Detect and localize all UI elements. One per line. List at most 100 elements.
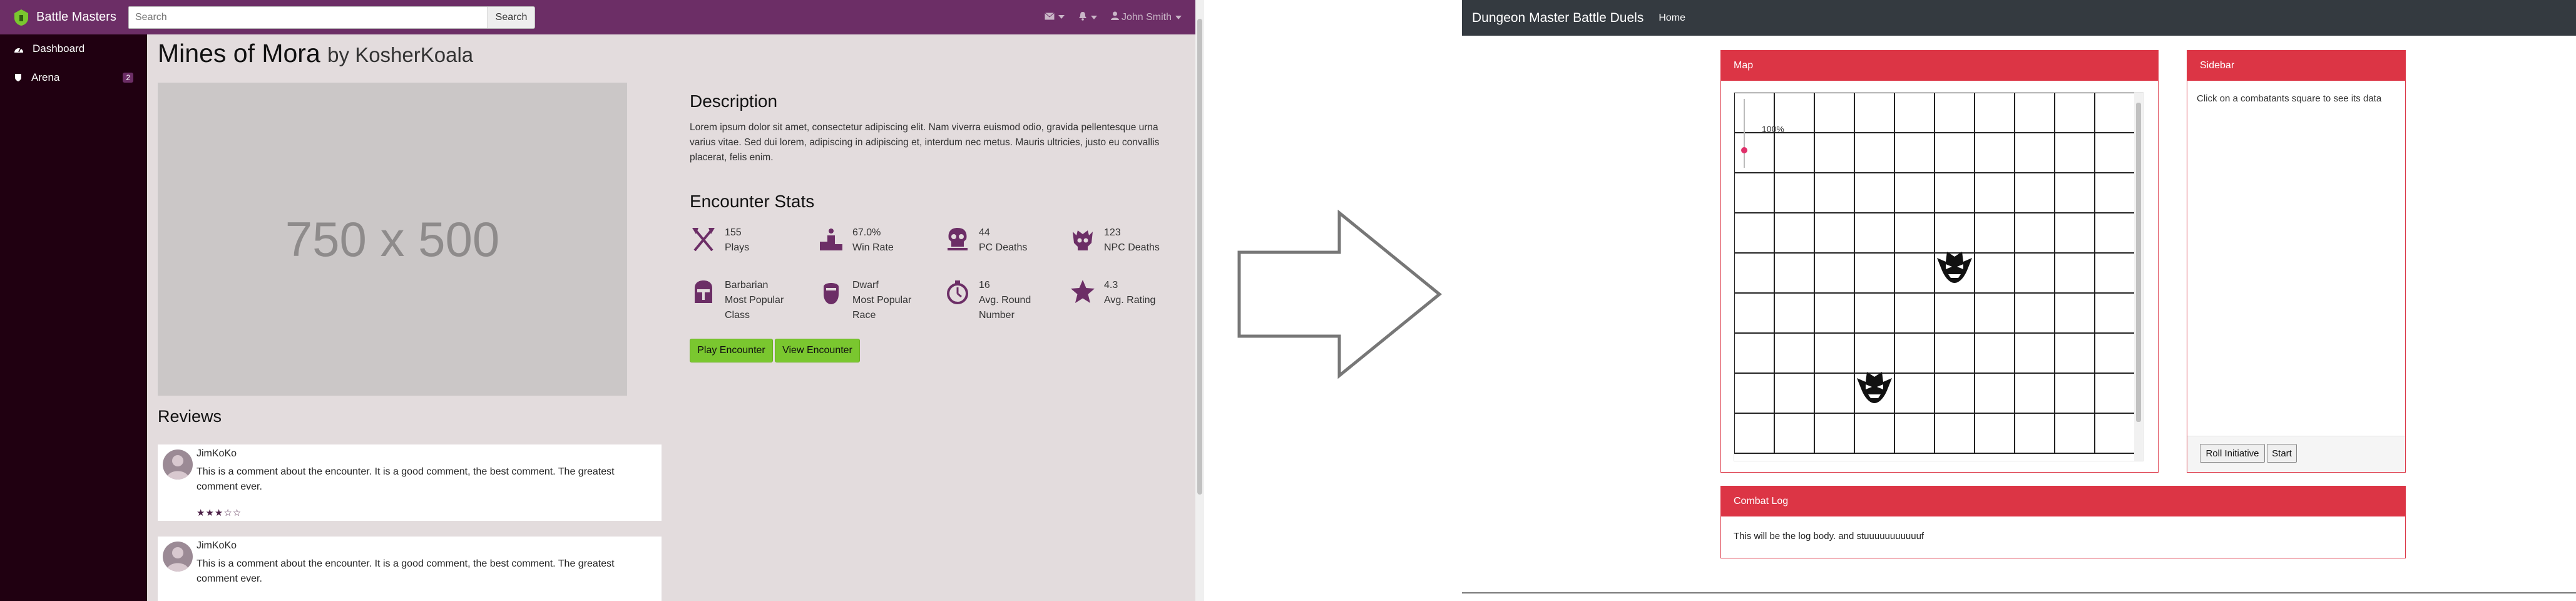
sidebar-item-arena[interactable]: Arena 2 xyxy=(0,63,147,92)
user-icon xyxy=(1110,11,1119,20)
roll-initiative-button[interactable]: Roll Initiative xyxy=(2200,444,2265,463)
crossed-axes-icon xyxy=(692,228,715,252)
stat-value: 44 xyxy=(979,227,990,238)
zoom-slider[interactable] xyxy=(1740,99,1748,168)
stat-value: 4.3 xyxy=(1104,280,1118,290)
stat-npc-deaths: 123 NPC Deaths xyxy=(1069,225,1188,255)
stat-value: Barbarian xyxy=(725,280,769,290)
stat-plays: 155 Plays xyxy=(690,225,809,255)
stat-label: Avg. Rating xyxy=(1104,295,1156,306)
stat-value: 67.0% xyxy=(852,227,881,238)
search-input[interactable] xyxy=(128,6,488,29)
review-card: JimKoKo This is a comment about the enco… xyxy=(158,537,662,601)
goblin-token-icon[interactable] xyxy=(1857,372,1892,403)
avatar xyxy=(163,542,193,572)
stat-label: Most Popular Class xyxy=(725,295,784,321)
encounter-author: by KosherKoala xyxy=(327,43,474,66)
sidebar: Dashboard Arena 2 xyxy=(0,34,147,601)
sidebar-item-dashboard[interactable]: Dashboard xyxy=(0,34,147,63)
review-comment: This is a comment about the encounter. I… xyxy=(197,466,615,492)
podium-icon xyxy=(820,229,842,250)
sidebar-item-label: Arena xyxy=(31,71,60,83)
scrollbar-thumb[interactable] xyxy=(2136,103,2141,422)
map-scrollbar[interactable] xyxy=(2134,93,2143,461)
panel-header: Map xyxy=(1721,51,2158,81)
chevron-down-icon xyxy=(1090,16,1097,20)
scrollbar-thumb[interactable] xyxy=(1197,19,1202,495)
play-encounter-button[interactable]: Play Encounter xyxy=(690,339,773,362)
reviews-heading: Reviews xyxy=(158,407,222,426)
goblin-token-icon[interactable] xyxy=(1937,252,1972,283)
right-arrow-icon xyxy=(1237,210,1442,379)
chevron-down-icon xyxy=(1058,15,1065,19)
stat-popular-race: Dwarf Most Popular Race xyxy=(817,278,936,323)
stat-popular-class: Barbarian Most Popular Class xyxy=(690,278,809,323)
dashboard-icon xyxy=(14,48,23,53)
page-title: Mines of Mora by KosherKoala xyxy=(158,39,473,68)
search-button[interactable]: Search xyxy=(488,6,535,29)
stat-label: NPC Deaths xyxy=(1104,242,1160,253)
top-navbar: Dungeon Master Battle Duels Home xyxy=(1462,0,2576,36)
arena-icon xyxy=(15,74,21,81)
review-author: JimKoKo xyxy=(197,448,237,459)
dwarf-icon xyxy=(824,283,839,304)
encounter-title: Mines of Mora xyxy=(158,39,320,68)
panel-header: Combat Log xyxy=(1721,486,2405,516)
star-icon xyxy=(1071,280,1095,303)
combat-log-body: This will be the log body. and stuuuuuuu… xyxy=(1734,531,1924,542)
navbar-right: John Smith xyxy=(1044,11,1196,24)
stopwatch-icon xyxy=(947,280,968,304)
alerts-menu[interactable] xyxy=(1078,11,1097,24)
stats-heading: Encounter Stats xyxy=(690,192,815,211)
battle-map-grid[interactable] xyxy=(1734,93,2135,461)
stat-label: PC Deaths xyxy=(979,242,1028,253)
encounter-image-placeholder: 750 x 500 xyxy=(158,83,627,396)
stat-pc-deaths: 44 PC Deaths xyxy=(944,225,1063,255)
notification-badge: 2 xyxy=(123,73,133,83)
nav-home-link[interactable]: Home xyxy=(1659,13,1685,24)
helmet-icon xyxy=(695,280,712,303)
review-comment: This is a comment about the encounter. I… xyxy=(197,558,615,584)
stat-label: Plays xyxy=(725,242,750,253)
stat-value: 16 xyxy=(979,280,990,290)
start-button[interactable]: Start xyxy=(2267,444,2297,463)
map-panel: Map 100% xyxy=(1720,50,2159,473)
view-encounter-button[interactable]: View Encounter xyxy=(775,339,860,362)
page-scrollbar[interactable] xyxy=(1195,0,1204,601)
sidebar-hint: Click on a combatants square to see its … xyxy=(2197,93,2382,104)
stat-value: Dwarf xyxy=(852,280,879,290)
stat-label: Most Popular Race xyxy=(852,295,912,321)
avatar xyxy=(163,449,193,480)
stat-win-rate: 67.0% Win Rate xyxy=(817,225,936,255)
stat-value: 155 xyxy=(725,227,742,238)
stat-label: Win Rate xyxy=(852,242,894,253)
brand-logo-icon xyxy=(14,9,28,26)
skull-icon xyxy=(948,228,968,250)
sidebar-panel: Sidebar Click on a combatants square to … xyxy=(2187,50,2406,473)
zoom-level: 100% xyxy=(1762,124,1784,134)
review-rating: ★★★☆☆ xyxy=(197,508,242,518)
brand[interactable]: Battle Masters xyxy=(0,9,128,26)
stat-round-number: 16 Avg. Round Number xyxy=(944,278,1063,323)
review-card: JimKoKo This is a comment about the enco… xyxy=(158,444,662,521)
chevron-down-icon xyxy=(1175,15,1182,19)
brand-name[interactable]: Dungeon Master Battle Duels xyxy=(1472,11,1643,26)
brand-name: Battle Masters xyxy=(36,10,116,24)
description-heading: Description xyxy=(690,91,778,111)
footer-divider xyxy=(1462,592,2576,593)
bell-icon xyxy=(1078,11,1086,21)
messages-menu[interactable] xyxy=(1044,12,1065,23)
review-author: JimKoKo xyxy=(197,540,237,551)
envelope-icon xyxy=(1044,12,1055,19)
stat-label: Avg. Round Number xyxy=(979,295,1031,321)
monster-skull-icon xyxy=(1073,230,1093,250)
map-viewport[interactable]: 100% xyxy=(1734,92,2144,461)
stat-rating: 4.3 Avg. Rating xyxy=(1069,278,1188,308)
panel-header: Sidebar xyxy=(2187,51,2405,81)
battle-duels-app: Dungeon Master Battle Duels Home Map 100… xyxy=(1462,0,2576,601)
top-navbar: Battle Masters Search John Smith xyxy=(0,0,1195,34)
user-menu[interactable]: John Smith xyxy=(1110,11,1182,23)
placeholder-label: 750 x 500 xyxy=(285,211,500,267)
stat-value: 123 xyxy=(1104,227,1121,238)
battle-masters-app: Battle Masters Search John Smith D xyxy=(0,0,1204,601)
